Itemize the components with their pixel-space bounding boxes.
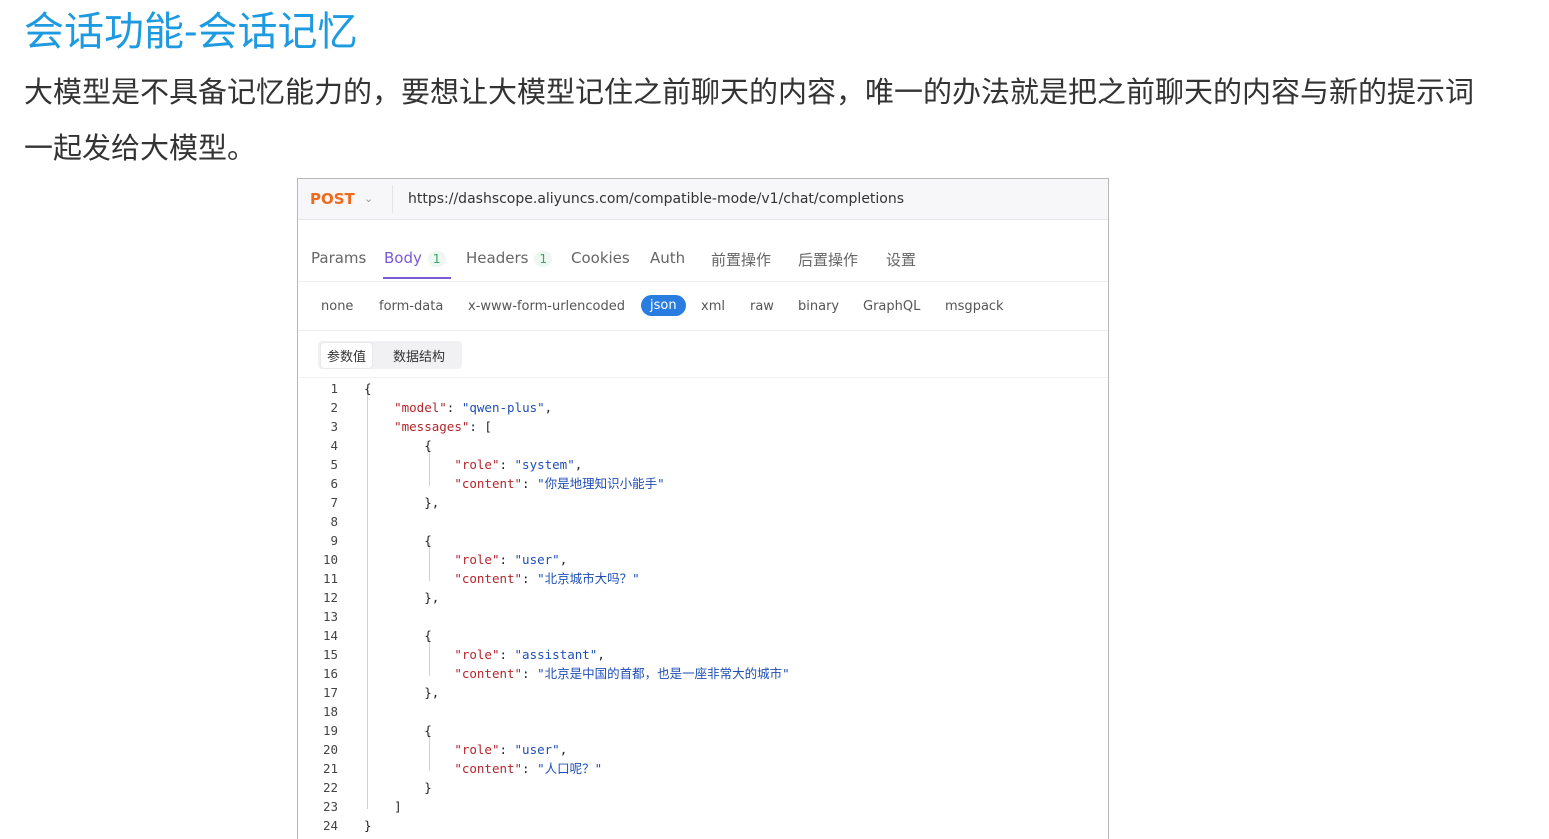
line-number: 1 — [330, 381, 338, 396]
line-number: 2 — [330, 400, 338, 415]
line-number: 19 — [322, 723, 338, 738]
body-type-urlencoded[interactable]: x-www-form-urlencoded — [468, 299, 625, 314]
code-text: "model": "qwen-plus", — [394, 400, 553, 415]
code-text: "content": "人口呢？" — [454, 761, 603, 776]
line-number: 4 — [330, 438, 338, 453]
code-text: { — [364, 381, 372, 396]
code-text: } — [364, 780, 432, 795]
mode-schema[interactable]: 数据结构 — [393, 346, 445, 365]
line-number: 8 — [330, 514, 338, 529]
request-tabs: Params Body 1 Headers 1 Cookies Auth 前置操作 … — [298, 237, 1108, 282]
count-badge: 1 — [534, 251, 553, 267]
tab-auth[interactable]: Auth — [650, 249, 685, 267]
code-text: { — [364, 723, 432, 738]
line-number: 14 — [322, 628, 338, 643]
body-type-graphql[interactable]: GraphQL — [863, 299, 920, 314]
line-number: 13 — [322, 609, 338, 624]
chevron-down-icon[interactable]: ⌄ — [364, 192, 373, 205]
code-text: } — [364, 818, 372, 833]
line-number: 16 — [322, 666, 338, 681]
code-text: "role": "user", — [454, 552, 568, 567]
code-text: ] — [364, 799, 402, 814]
tab-settings[interactable]: 设置 — [886, 249, 916, 270]
editor-mode-bar: 参数值 数据结构 — [298, 331, 1108, 378]
page-title: 会话功能-会话记忆 — [24, 9, 358, 55]
line-number: 12 — [322, 590, 338, 605]
code-text: }, — [364, 590, 440, 605]
line-number: 18 — [322, 704, 338, 719]
tab-label: Auth — [650, 249, 686, 267]
code-text: }, — [364, 495, 440, 510]
body-type-json[interactable]: json — [641, 295, 686, 316]
tab-headers[interactable]: Headers 1 — [466, 249, 553, 267]
tab-label: Body — [384, 249, 422, 267]
tab-label: 后置操作 — [798, 251, 859, 269]
tab-post-request[interactable]: 后置操作 — [798, 249, 858, 270]
line-number: 20 — [322, 742, 338, 757]
body-type-selector: none form-data x-www-form-urlencoded jso… — [298, 282, 1108, 331]
tab-params[interactable]: Params — [311, 249, 366, 267]
tab-label: 设置 — [886, 251, 917, 269]
body-type-binary[interactable]: binary — [798, 299, 839, 314]
tab-cookies[interactable]: Cookies — [571, 249, 630, 267]
code-text: "messages": [ — [394, 419, 492, 434]
line-number: 6 — [330, 476, 338, 491]
line-number: 22 — [322, 780, 338, 795]
code-text: { — [364, 628, 432, 643]
line-number: 15 — [322, 647, 338, 662]
api-request-screenshot: POST ⌄ https://dashscope.aliyuncs.com/co… — [297, 178, 1109, 839]
line-number: 7 — [330, 495, 338, 510]
line-number: 21 — [322, 761, 338, 776]
code-text: { — [364, 438, 432, 453]
body-type-none[interactable]: none — [321, 299, 353, 314]
line-number: 11 — [322, 571, 338, 586]
tab-label: Params — [311, 249, 367, 267]
divider — [392, 185, 393, 213]
url-bar: POST ⌄ https://dashscope.aliyuncs.com/co… — [298, 179, 1108, 220]
body-type-raw[interactable]: raw — [750, 299, 774, 314]
code-text: "role": "user", — [454, 742, 568, 757]
intro-paragraph: 大模型是不具备记忆能力的，要想让大模型记住之前聊天的内容，唯一的办法就是把之前聊… — [24, 75, 1475, 165]
code-text: "role": "system", — [454, 457, 583, 472]
line-number: 17 — [322, 685, 338, 700]
mode-values[interactable]: 参数值 — [321, 343, 373, 368]
line-number: 5 — [330, 457, 338, 472]
line-number: 24 — [322, 818, 338, 833]
http-method-select[interactable]: POST — [310, 190, 355, 208]
code-text: "content": "北京是中国的首都，也是一座非常大的城市" — [454, 666, 790, 681]
tab-label: Headers — [466, 249, 529, 267]
url-input[interactable]: https://dashscope.aliyuncs.com/compatibl… — [408, 191, 904, 207]
body-type-xml[interactable]: xml — [701, 299, 725, 314]
body-type-form-data[interactable]: form-data — [379, 299, 443, 314]
code-text: { — [364, 533, 432, 548]
tab-body[interactable]: Body 1 — [384, 249, 446, 267]
mode-toggle: 参数值 数据结构 — [318, 341, 462, 369]
code-text: "content": "北京城市大吗？" — [454, 571, 640, 586]
active-tab-indicator — [383, 277, 451, 279]
body-type-msgpack[interactable]: msgpack — [945, 299, 1004, 314]
line-number: 9 — [330, 533, 338, 548]
tab-label: Cookies — [571, 249, 630, 267]
code-text: "content": "你是地理知识小能手" — [454, 476, 665, 491]
line-number: 23 — [322, 799, 338, 814]
count-badge: 1 — [427, 251, 446, 267]
line-number: 10 — [322, 552, 338, 567]
code-text: "role": "assistant", — [454, 647, 605, 662]
code-text: }, — [364, 685, 440, 700]
tab-label: 前置操作 — [711, 251, 772, 269]
tab-pre-request[interactable]: 前置操作 — [711, 249, 771, 270]
line-number: 3 — [330, 419, 338, 434]
